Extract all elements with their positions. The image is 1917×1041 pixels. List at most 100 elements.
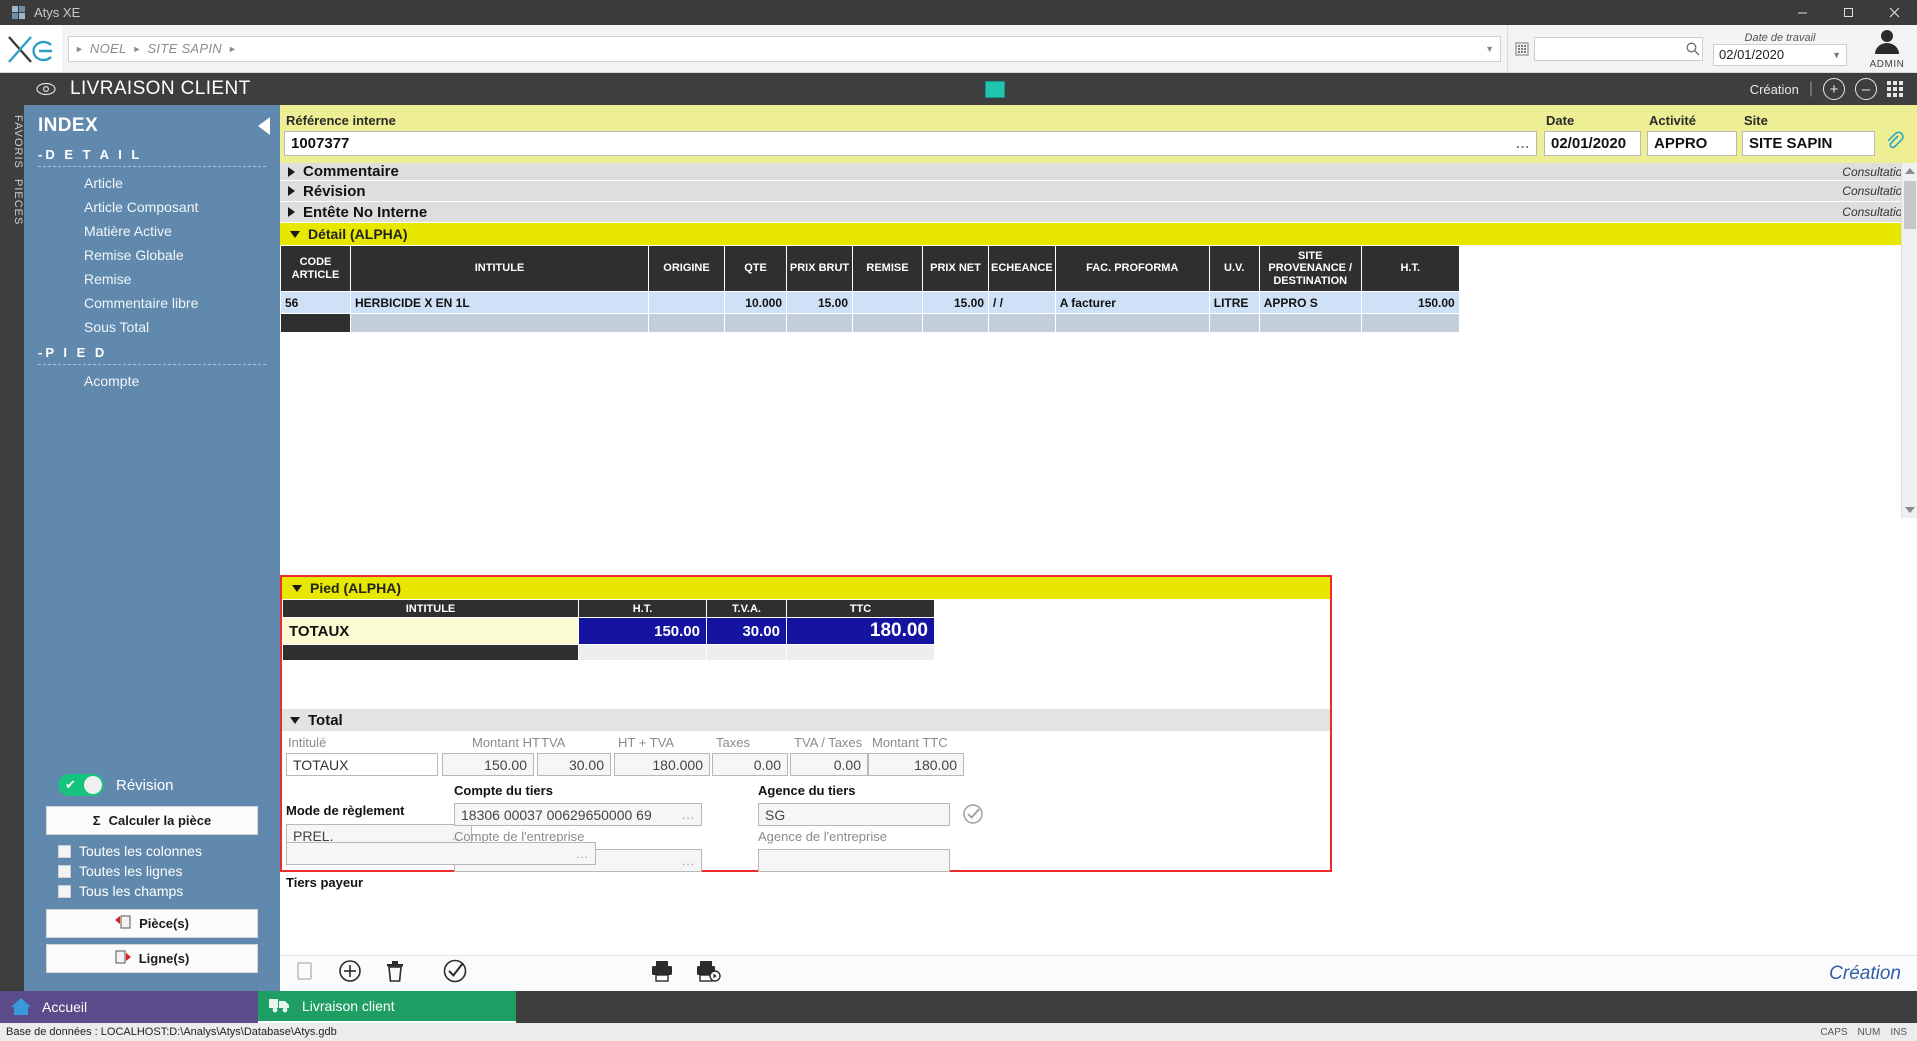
sidebar-item-article-composant[interactable]: Article Composant <box>24 195 280 219</box>
date-input[interactable]: 02/01/2020 <box>1544 131 1641 156</box>
eye-icon[interactable] <box>36 79 56 99</box>
compte-tiers-input[interactable]: 18306 00037 00629650000 69 ... <box>454 803 702 826</box>
checkbox-toutes-les-lignes[interactable]: Toutes les lignes <box>36 861 268 881</box>
building-icon[interactable] <box>1514 41 1530 57</box>
delete-icon[interactable] <box>384 959 406 988</box>
search-icon[interactable] <box>1685 41 1701 57</box>
cell-empty[interactable] <box>707 645 787 661</box>
col-ht[interactable]: H.T. <box>1361 246 1459 292</box>
col-prix-brut[interactable]: PRIX BRUT <box>787 246 853 292</box>
col-ht[interactable]: H.T. <box>579 600 707 618</box>
cell-ttc[interactable]: 180.00 <box>787 618 935 645</box>
add-icon[interactable] <box>338 959 362 988</box>
site-input[interactable]: SITE SAPIN <box>1742 131 1875 156</box>
col-uv[interactable]: U.V. <box>1209 246 1259 292</box>
browse-ellipsis-button[interactable]: ... <box>1516 136 1530 151</box>
cell-prix-brut[interactable]: 15.00 <box>787 292 853 314</box>
cell-empty[interactable] <box>725 314 787 333</box>
chevron-down-icon[interactable]: ▼ <box>1485 44 1494 54</box>
validate-circle-icon[interactable] <box>962 803 984 830</box>
col-remise[interactable]: REMISE <box>853 246 923 292</box>
scroll-down-arrow[interactable] <box>1905 507 1915 513</box>
cell-intitule[interactable]: TOTAUX <box>283 618 579 645</box>
print-icon[interactable] <box>650 959 674 988</box>
agence-entreprise-input[interactable] <box>758 849 950 872</box>
cell-empty[interactable] <box>787 645 935 661</box>
col-origine[interactable]: ORIGINE <box>649 246 725 292</box>
sidebar-item-matiere-active[interactable]: Matière Active <box>24 219 280 243</box>
print-preview-icon[interactable] <box>696 959 722 988</box>
apps-grid-icon[interactable] <box>1887 81 1903 97</box>
col-ttc[interactable]: TTC <box>787 600 935 618</box>
col-site-provenance[interactable]: SITE PROVENANCE / DESTINATION <box>1259 246 1361 292</box>
attachment-icon[interactable] <box>1884 131 1904 151</box>
sidebar-item-remise[interactable]: Remise <box>24 267 280 291</box>
col-fac-proforma[interactable]: FAC. PROFORMA <box>1055 246 1209 292</box>
calculer-la-piece-button[interactable]: Σ Calculer la pièce <box>46 806 258 835</box>
scroll-up-arrow[interactable] <box>1905 168 1915 174</box>
cell-empty[interactable] <box>923 314 989 333</box>
breadcrumb[interactable]: ► NOEL ► SITE SAPIN ► ▼ <box>68 36 1501 62</box>
taskbar-item-accueil[interactable]: Accueil <box>0 991 258 1023</box>
reference-interne-input[interactable]: 1007377 ... <box>284 131 1537 156</box>
copy-icon[interactable] <box>294 960 316 987</box>
taskbar-item-livraison-client[interactable]: Livraison client <box>258 991 516 1023</box>
table-row[interactable]: 56 HERBICIDE X EN 1L 10.000 15.00 15.00 … <box>281 292 1460 314</box>
cell-ht[interactable]: 150.00 <box>1361 292 1459 314</box>
agence-tiers-input[interactable]: SG <box>758 803 950 826</box>
section-commentaire[interactable]: Commentaire Consultation <box>280 163 1917 181</box>
cell-empty[interactable] <box>281 314 351 333</box>
breadcrumb-item-0[interactable]: NOEL <box>90 41 127 56</box>
activite-input[interactable]: APPRO <box>1647 131 1737 156</box>
section-entete-no-interne[interactable]: Entête No Interne Consultation <box>280 202 1917 223</box>
col-qte[interactable]: QTE <box>725 246 787 292</box>
col-code-article[interactable]: CODE ARTICLE <box>281 246 351 292</box>
col-tva[interactable]: T.V.A. <box>707 600 787 618</box>
collapse-sidebar-button[interactable] <box>258 117 270 135</box>
cell-tva[interactable]: 30.00 <box>707 618 787 645</box>
work-date-input[interactable]: 02/01/2020 ▼ <box>1713 44 1847 66</box>
browse-ellipsis-button[interactable]: ... <box>682 854 695 868</box>
pieces-button[interactable]: Pièce(s) <box>46 909 258 938</box>
col-prix-net[interactable]: PRIX NET <box>923 246 989 292</box>
cell-empty[interactable] <box>989 314 1056 333</box>
cell-ht[interactable]: 150.00 <box>579 618 707 645</box>
revision-toggle[interactable]: ✔ <box>58 774 104 796</box>
sidebar-item-article[interactable]: Article <box>24 171 280 195</box>
col-intitule[interactable]: INTITULE <box>351 246 649 292</box>
table-new-row[interactable] <box>283 645 935 661</box>
checkbox-box[interactable] <box>58 845 71 858</box>
rail-item-favoris[interactable]: FAVORIS <box>0 115 24 169</box>
cell-empty[interactable] <box>853 314 923 333</box>
cell-empty[interactable] <box>283 645 579 661</box>
total-section-header[interactable]: Total <box>282 709 1330 731</box>
rail-item-pieces[interactable]: PIECES <box>0 179 24 225</box>
remove-record-button[interactable]: – <box>1855 78 1877 100</box>
chevron-down-icon[interactable]: ▼ <box>1832 50 1841 60</box>
lignes-button[interactable]: Ligne(s) <box>46 944 258 973</box>
cell-uv[interactable]: LITRE <box>1209 292 1259 314</box>
cell-empty[interactable] <box>649 314 725 333</box>
breadcrumb-item-1[interactable]: SITE SAPIN <box>147 41 222 56</box>
cell-code-article[interactable]: 56 <box>281 292 351 314</box>
minimize-button[interactable] <box>1779 0 1825 25</box>
user-container[interactable]: ADMIN <box>1857 25 1917 72</box>
pied-section-header[interactable]: Pied (ALPHA) <box>282 577 1330 599</box>
cell-empty[interactable] <box>1361 314 1459 333</box>
cell-origine[interactable] <box>649 292 725 314</box>
cell-empty[interactable] <box>351 314 649 333</box>
close-button[interactable] <box>1871 0 1917 25</box>
browse-ellipsis-button[interactable]: ... <box>576 847 589 861</box>
cell-empty[interactable] <box>1259 314 1361 333</box>
cell-empty[interactable] <box>787 314 853 333</box>
cell-empty[interactable] <box>1055 314 1209 333</box>
intitule-input[interactable]: TOTAUX <box>286 753 438 776</box>
cell-intitule[interactable]: HERBICIDE X EN 1L <box>351 292 649 314</box>
checkbox-box[interactable] <box>58 885 71 898</box>
col-echeance[interactable]: ECHEANCE <box>989 246 1056 292</box>
checkbox-box[interactable] <box>58 865 71 878</box>
maximize-button[interactable] <box>1825 0 1871 25</box>
cell-empty[interactable] <box>1209 314 1259 333</box>
checkbox-tous-les-champs[interactable]: Tous les champs <box>36 881 268 901</box>
checkbox-toutes-les-colonnes[interactable]: Toutes les colonnes <box>36 841 268 861</box>
